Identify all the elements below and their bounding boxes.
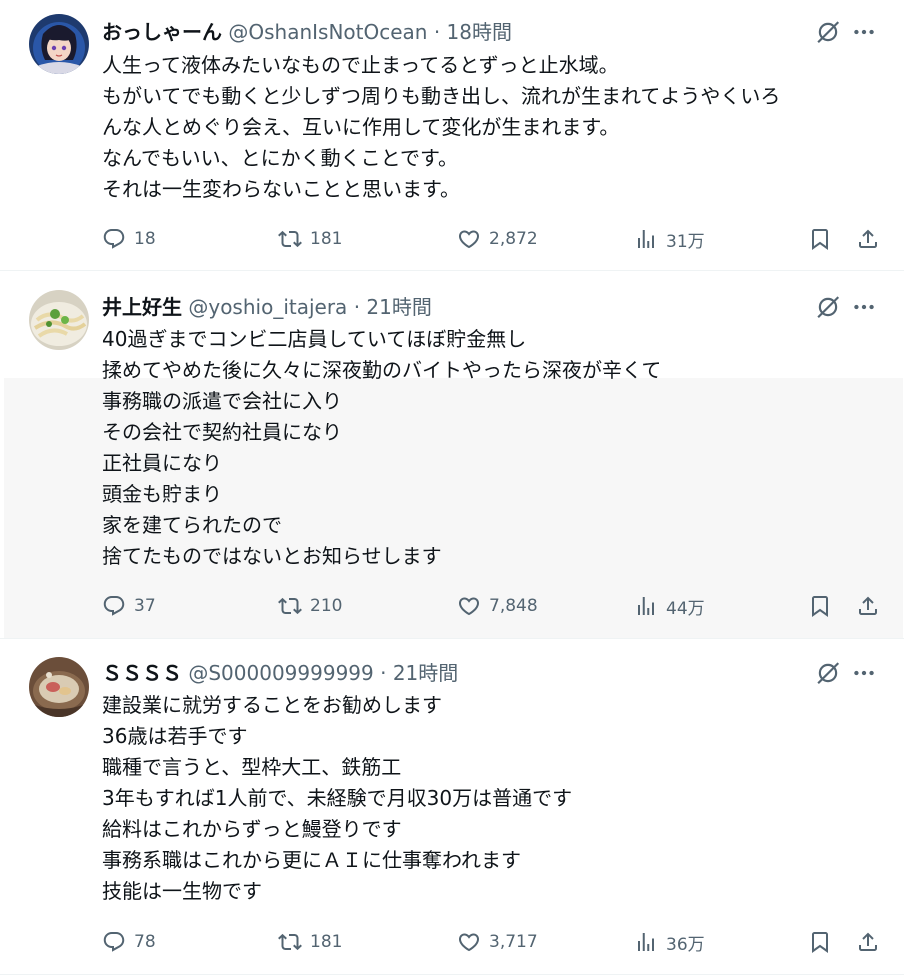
like-button[interactable]: 7,848 xyxy=(457,591,538,621)
like-count: 2,872 xyxy=(489,229,538,249)
repost-button[interactable]: 181 xyxy=(278,224,342,254)
tweet-line: 捨てたものではないとお知らせします xyxy=(102,544,442,568)
share-icon[interactable] xyxy=(856,594,880,618)
divider xyxy=(0,638,904,639)
avatar[interactable] xyxy=(29,290,89,350)
tweet-line: なんでもいい、とにかく動くことです。 xyxy=(102,146,458,170)
views-icon xyxy=(634,594,658,618)
repost-button[interactable]: 181 xyxy=(278,927,342,957)
reply-count: 37 xyxy=(134,596,156,616)
divider xyxy=(0,270,904,271)
bookmark-icon[interactable] xyxy=(808,594,832,618)
view-count: 31万 xyxy=(666,231,705,252)
action-bar: 18 181 2,872 31万 xyxy=(102,224,882,254)
views-icon xyxy=(634,227,658,251)
tweet-line: 人生って液体みたいなもので止まってるとずっと止水域。 xyxy=(102,53,619,77)
tweet-text: 建設業に就労することをお勧めします 36歳は若手です職種で言うと、型枠大工、鉄筋工… xyxy=(102,690,572,907)
tweet-line: 40過ぎまでコンビ二店員していてほぼ貯金無し xyxy=(102,327,527,351)
dot-separator: · xyxy=(433,20,441,44)
display-name[interactable]: ＳＳＳＳ xyxy=(102,661,182,685)
tweet-line: 正社員になり xyxy=(102,451,222,475)
dot-separator: · xyxy=(380,661,387,685)
avatar[interactable] xyxy=(29,657,89,717)
more-icon[interactable] xyxy=(851,294,877,320)
avatar[interactable] xyxy=(29,14,89,74)
tweet-line: んな人とめぐり会え、互いに作用して変化が生まれます。 xyxy=(102,115,620,139)
tweet-text: 40過ぎまでコンビ二店員していてほぼ貯金無し揉めてやめた後に久々に深夜勤のバイト… xyxy=(102,324,661,572)
view-count: 44万 xyxy=(666,598,705,619)
views-button[interactable]: 44万 xyxy=(634,591,705,621)
reply-count: 18 xyxy=(134,229,156,249)
share-icon[interactable] xyxy=(856,930,880,954)
reply-button[interactable]: 37 xyxy=(102,591,156,621)
grok-icon[interactable] xyxy=(815,294,841,320)
handle[interactable]: @S000009999999 xyxy=(188,661,373,685)
heart-icon xyxy=(457,594,481,618)
reply-icon xyxy=(102,594,126,618)
reply-count: 78 xyxy=(134,932,156,952)
more-icon[interactable] xyxy=(851,19,877,45)
heart-icon xyxy=(457,930,481,954)
views-icon xyxy=(634,930,658,954)
repost-count: 181 xyxy=(310,932,343,952)
reply-icon xyxy=(102,930,126,954)
tweet-line: 36歳は若手です xyxy=(102,724,248,748)
tweet-line: 家を建てられたので xyxy=(102,513,282,537)
tweet-line: その会社で契約社員になり xyxy=(102,420,342,444)
reply-icon xyxy=(102,227,126,251)
tweet-line: 頭金も貯まり xyxy=(102,482,222,506)
tweet-header: おっしゃーん @OshanIsNotOcean · 18時間 xyxy=(102,17,512,47)
view-count: 36万 xyxy=(666,934,705,955)
bookmark-icon[interactable] xyxy=(808,227,832,251)
heart-icon xyxy=(457,227,481,251)
repost-icon xyxy=(278,594,302,618)
share-icon[interactable] xyxy=(856,227,880,251)
display-name[interactable]: 井上好生 xyxy=(102,295,182,319)
tweet-line: 給料はこれからずっと鰻登りです xyxy=(102,817,402,841)
timestamp[interactable]: 18時間 xyxy=(447,20,512,44)
reply-button[interactable]: 78 xyxy=(102,927,156,957)
like-count: 7,848 xyxy=(489,596,538,616)
timestamp[interactable]: 21時間 xyxy=(366,295,431,319)
tweet-line: 事務職の派遣で会社に入り xyxy=(102,389,342,413)
repost-count: 181 xyxy=(310,229,343,249)
handle[interactable]: @OshanIsNotOcean xyxy=(228,20,427,44)
like-button[interactable]: 2,872 xyxy=(457,224,538,254)
tweet-text: 人生って液体みたいなもので止まってるとずっと止水域。もがいてでも動くと少しずつ周… xyxy=(102,50,780,205)
tweet-line: 職種で言うと、型枠大工、鉄筋工 xyxy=(102,755,402,779)
tweet-line: それは一生変わらないことと思います。 xyxy=(102,177,460,201)
tweet-line: 揉めてやめた後に久々に深夜勤のバイトやったら深夜が辛くて xyxy=(102,358,662,382)
tweet-line: 3年もすれば1人前で、未経験で月収30万は普通です xyxy=(102,786,573,810)
repost-button[interactable]: 210 xyxy=(278,591,342,621)
views-button[interactable]: 36万 xyxy=(634,927,705,957)
tweet[interactable]: ＳＳＳＳ @S000009999999 · 21時間 建設業に就労することをお勧… xyxy=(4,640,903,974)
repost-icon xyxy=(278,227,302,251)
divider xyxy=(0,974,904,975)
timestamp[interactable]: 21時間 xyxy=(393,661,458,685)
handle[interactable]: @yoshio_itajera xyxy=(188,295,347,319)
tweet-line: 事務系職はこれから更にＡＩに仕事奪われます xyxy=(102,848,521,872)
tweet[interactable]: 井上好生 @yoshio_itajera · 21時間 40過ぎまでコンビ二店員… xyxy=(4,272,903,638)
more-icon[interactable] xyxy=(851,660,877,686)
repost-count: 210 xyxy=(310,596,343,616)
like-count: 3,717 xyxy=(489,932,538,952)
display-name[interactable]: おっしゃーん xyxy=(102,20,222,44)
views-button[interactable]: 31万 xyxy=(634,224,705,254)
tweet-line: もがいてでも動くと少しずつ周りも動き出し、流れが生まれてようやくいろ xyxy=(102,84,781,108)
dot-separator: · xyxy=(353,295,361,319)
action-bar: 37 210 7,848 44万 xyxy=(102,591,882,621)
tweet-line: 建設業に就労することをお勧めします xyxy=(102,693,442,717)
reply-button[interactable]: 18 xyxy=(102,224,156,254)
repost-icon xyxy=(278,930,302,954)
bookmark-icon[interactable] xyxy=(808,930,832,954)
like-button[interactable]: 3,717 xyxy=(457,927,538,957)
grok-icon[interactable] xyxy=(815,660,841,686)
grok-icon[interactable] xyxy=(815,19,841,45)
action-bar: 78 181 3,717 36万 xyxy=(102,927,882,957)
tweet[interactable]: おっしゃーん @OshanIsNotOcean · 18時間 人生って液体みたい… xyxy=(4,0,903,270)
tweet-header: 井上好生 @yoshio_itajera · 21時間 xyxy=(102,292,432,322)
tweet-line: 技能は一生物です xyxy=(102,879,262,903)
tweet-header: ＳＳＳＳ @S000009999999 · 21時間 xyxy=(102,658,458,688)
